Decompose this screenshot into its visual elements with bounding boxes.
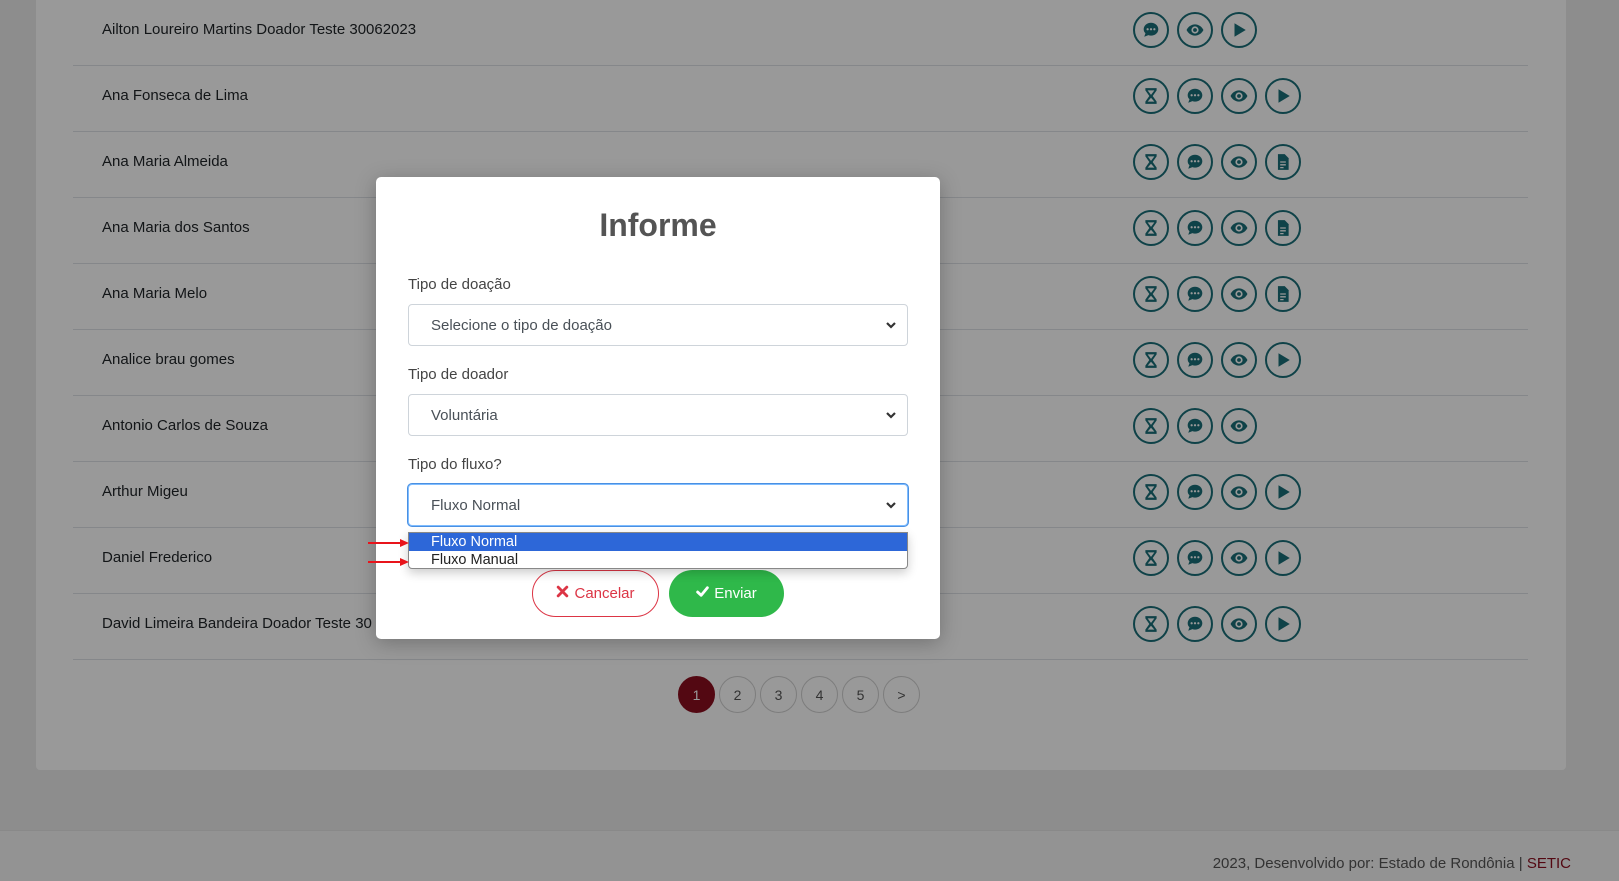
donation-type-select[interactable]: Selecione o tipo de doação bbox=[408, 304, 908, 346]
send-button[interactable]: Enviar bbox=[669, 570, 784, 617]
flow-type-dropdown: Fluxo Normal Fluxo Manual bbox=[408, 532, 908, 569]
flow-type-value: Fluxo Normal bbox=[431, 497, 521, 514]
donor-type-value: Voluntária bbox=[431, 407, 498, 424]
flow-option-normal[interactable]: Fluxo Normal bbox=[409, 533, 907, 551]
chevron-down-icon bbox=[883, 317, 899, 333]
check-icon bbox=[696, 585, 710, 602]
send-label: Enviar bbox=[714, 585, 757, 602]
flow-option-manual[interactable]: Fluxo Manual bbox=[409, 551, 907, 569]
flow-type-select[interactable]: Fluxo Normal bbox=[408, 484, 908, 526]
flow-type-label: Tipo do fluxo? bbox=[408, 456, 502, 473]
chevron-down-icon bbox=[883, 497, 899, 513]
modal-title: Informe bbox=[599, 207, 717, 243]
inform-modal: Informe Tipo de doação Selecione o tipo … bbox=[376, 177, 940, 639]
cancel-button[interactable]: Cancelar bbox=[532, 570, 659, 617]
annotation-arrow-icon bbox=[368, 558, 409, 566]
donor-type-select[interactable]: Voluntária bbox=[408, 394, 908, 436]
donation-type-label: Tipo de doação bbox=[408, 276, 511, 293]
annotation-arrow-icon bbox=[368, 539, 409, 547]
donation-type-value: Selecione o tipo de doação bbox=[431, 317, 612, 334]
cancel-label: Cancelar bbox=[574, 585, 635, 602]
close-icon bbox=[556, 585, 569, 602]
donor-type-label: Tipo de doador bbox=[408, 366, 509, 383]
chevron-down-icon bbox=[883, 407, 899, 423]
